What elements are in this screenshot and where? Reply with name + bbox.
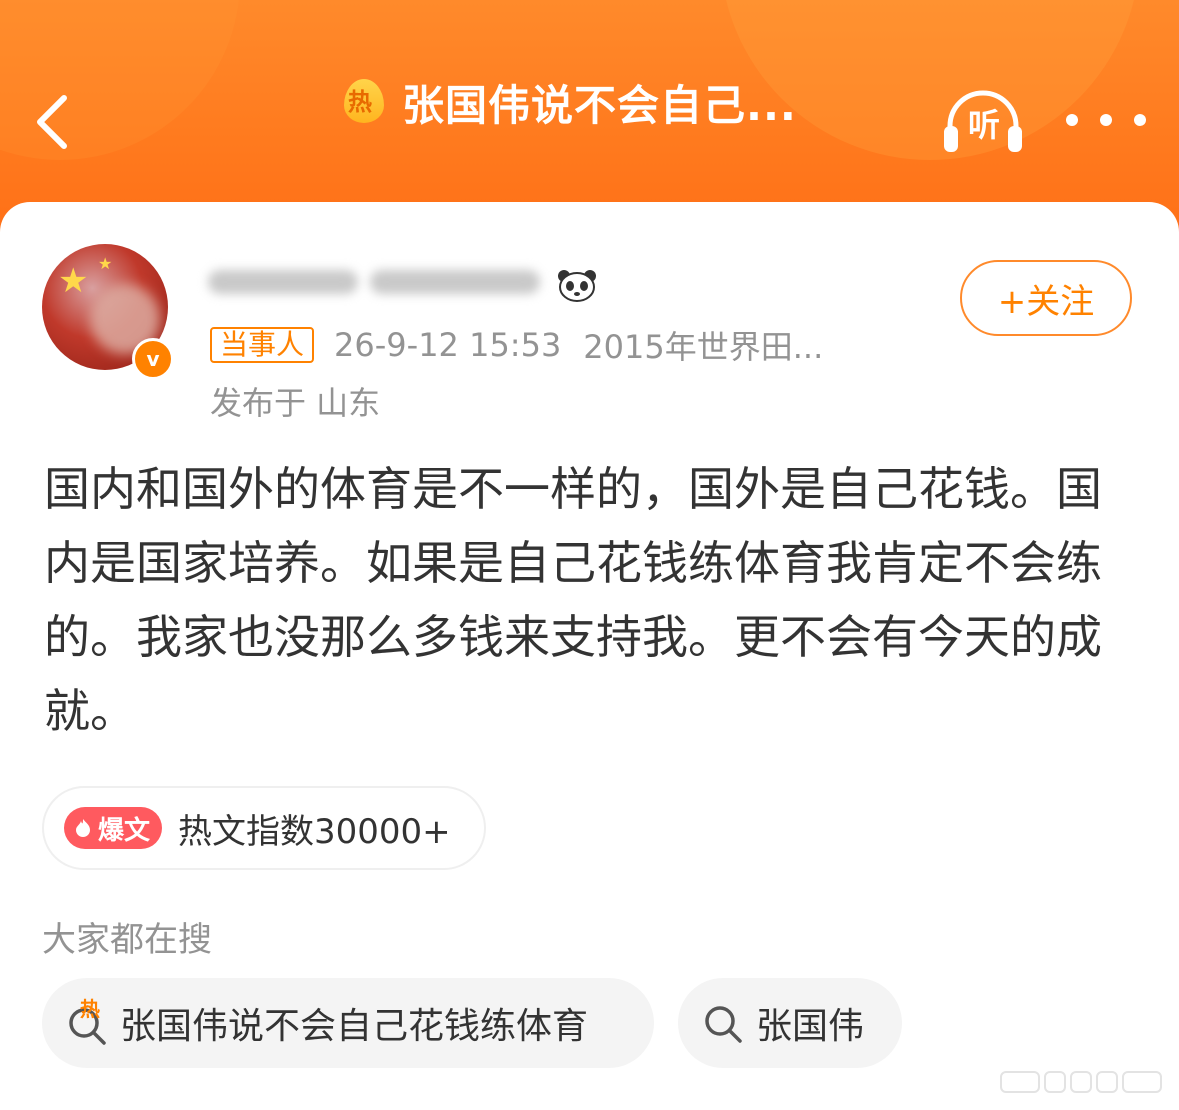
follow-button[interactable]: +关注 bbox=[960, 260, 1132, 336]
hot-search-icon: 热 bbox=[64, 997, 112, 1047]
search-icon bbox=[700, 999, 748, 1047]
hot-post-indicator[interactable]: 爆文 热文指数30000+ bbox=[42, 786, 486, 870]
flag-star-icon: ★ bbox=[98, 254, 113, 273]
search-chip-label: 张国伟 bbox=[756, 1006, 865, 1047]
page-title: 张国伟说不会自己... bbox=[402, 80, 797, 130]
more-dots-icon bbox=[1066, 114, 1078, 126]
post-text: 国内和国外的体育是不一样的，国外是自己花钱。国内是国家培养。如果是自己花钱练体育… bbox=[44, 462, 1102, 738]
post-meta: 当事人 26-9-12 15:53 2015年世界田... bbox=[210, 324, 823, 366]
hot-search-badge: 热 bbox=[80, 997, 100, 1021]
search-section-title: 大家都在搜 bbox=[42, 920, 212, 960]
chevron-left-icon bbox=[37, 95, 67, 149]
page-title-group: 热 张国伟说不会自己... bbox=[340, 72, 797, 132]
flag-star-icon: ★ bbox=[58, 261, 89, 301]
flame-icon bbox=[76, 819, 90, 837]
hot-badge-label: 热 bbox=[348, 88, 372, 116]
username-redacted[interactable] bbox=[200, 262, 550, 302]
boom-tag-label: 爆文 bbox=[98, 815, 151, 846]
post-location: 发布于 山东 bbox=[210, 384, 381, 422]
back-button[interactable] bbox=[28, 90, 80, 154]
search-chip-label: 张国伟说不会自己花钱练体育 bbox=[120, 1006, 589, 1047]
post-time: 26-9-12 15:53 bbox=[334, 326, 562, 364]
search-chip[interactable]: 张国伟 bbox=[678, 978, 902, 1068]
role-tag: 当事人 bbox=[210, 327, 315, 363]
search-chip[interactable]: 热 张国伟说不会自己花钱练体育 bbox=[42, 978, 654, 1068]
panda-icon bbox=[556, 268, 598, 302]
watermark bbox=[1000, 1068, 1170, 1096]
more-button[interactable] bbox=[1066, 100, 1146, 140]
hot-index: 热文指数30000+ bbox=[178, 811, 451, 852]
listen-label: 听 bbox=[967, 106, 1000, 144]
listen-button[interactable]: 听 bbox=[940, 88, 1026, 158]
post-source[interactable]: 2015年世界田... bbox=[583, 322, 823, 368]
boom-tag: 爆文 bbox=[64, 807, 163, 849]
verified-badge-icon: v bbox=[132, 338, 174, 380]
hot-badge-icon: 热 bbox=[340, 79, 386, 125]
